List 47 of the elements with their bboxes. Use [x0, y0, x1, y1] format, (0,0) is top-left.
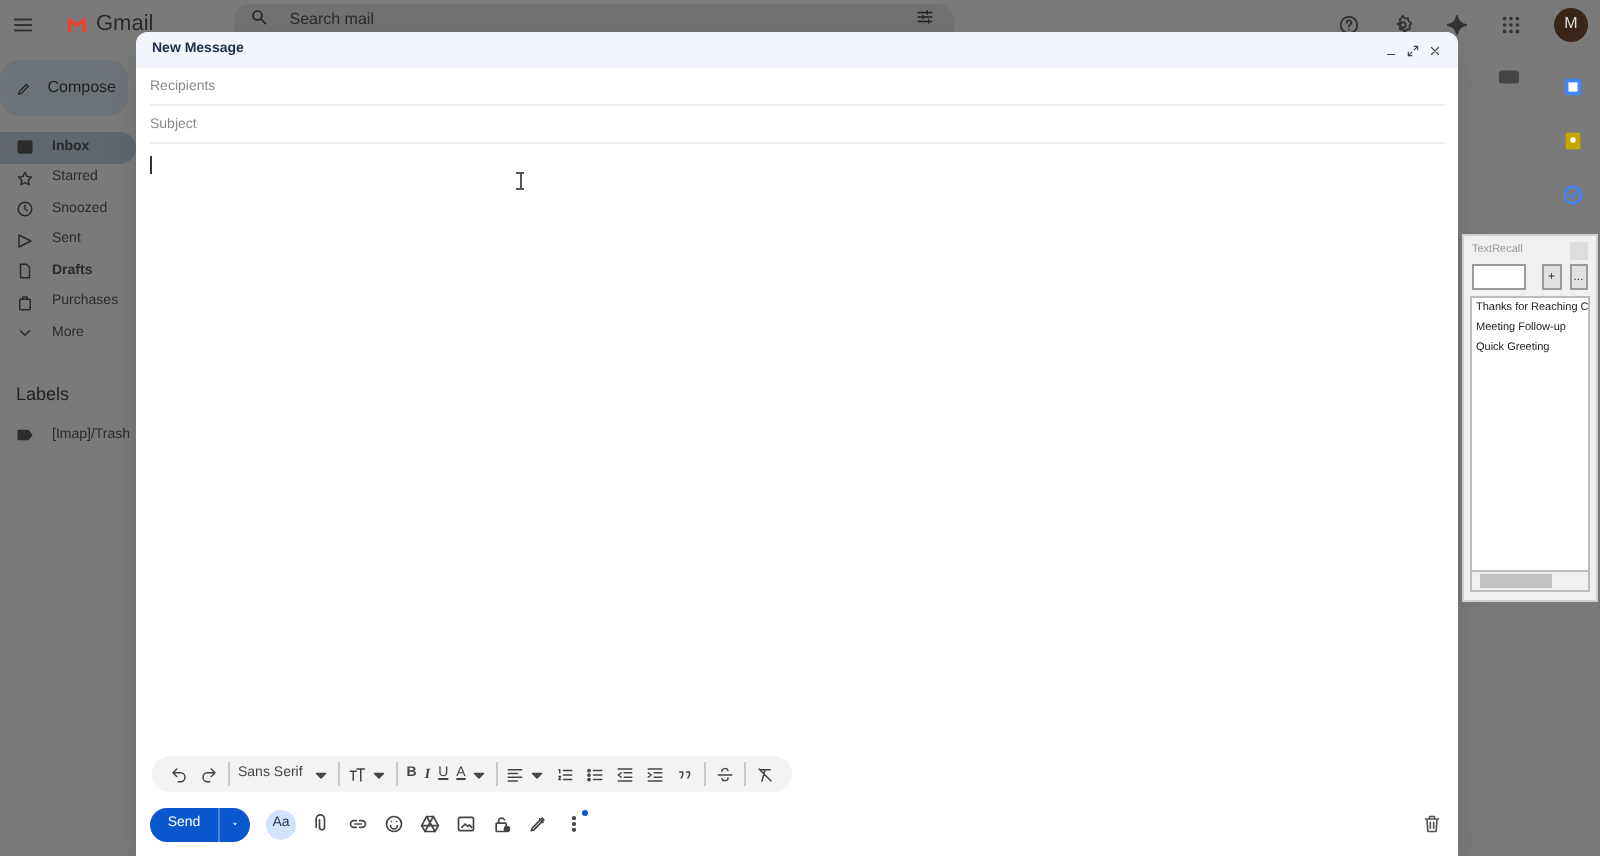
labels-heading: Labels: [14, 381, 72, 407]
strikethrough-icon[interactable]: [715, 765, 734, 783]
clock-icon: [16, 200, 34, 219]
name-field[interactable]: [1472, 264, 1526, 290]
app-name: Gmail: [96, 9, 154, 40]
inbox-icon: [16, 138, 34, 157]
expand-icon[interactable]: [1406, 43, 1420, 57]
menu-icon[interactable]: [12, 13, 34, 35]
bulleted-list-icon[interactable]: [585, 765, 604, 783]
redo-icon[interactable]: [200, 765, 218, 783]
help-icon[interactable]: [1338, 13, 1360, 35]
horizontal-scrollbar[interactable]: [1470, 572, 1590, 592]
link-icon[interactable]: [348, 814, 368, 834]
checkmark-circle-icon[interactable]: [1561, 184, 1583, 206]
close-icon[interactable]: [1428, 43, 1442, 57]
indent-icon[interactable]: [645, 765, 664, 783]
outdent-icon[interactable]: [615, 765, 634, 783]
trash-icon[interactable]: [1422, 814, 1442, 834]
apps-grid-icon[interactable]: [1500, 13, 1522, 35]
triangle-drive-icon[interactable]: [420, 814, 440, 834]
search-field[interactable]: Search mail: [233, 4, 954, 32]
filter-sliders-icon[interactable]: [915, 8, 934, 26]
numbered-list-icon[interactable]: [555, 765, 574, 783]
lock-clock-icon[interactable]: [492, 814, 512, 834]
quote-icon[interactable]: [675, 765, 694, 783]
align-left-icon: [505, 765, 524, 783]
image-icon[interactable]: [456, 814, 476, 834]
search-icon[interactable]: [249, 8, 268, 26]
note-icon[interactable]: [1561, 130, 1583, 152]
text-size-icon: [348, 765, 367, 783]
send-options-button[interactable]: [218, 807, 250, 841]
settings-icon[interactable]: [1392, 13, 1414, 35]
clear-formatting-icon[interactable]: [755, 765, 774, 783]
undo-icon[interactable]: [170, 765, 188, 783]
smiley-icon[interactable]: [384, 814, 404, 834]
bag-icon: [16, 293, 34, 312]
calendar-icon[interactable]: [1561, 76, 1583, 98]
text-cursor-icon: [516, 172, 524, 190]
star-icon: [16, 169, 34, 188]
send-icon: [16, 231, 34, 250]
label-tag-icon: [16, 426, 34, 445]
document-icon: [16, 262, 34, 281]
avatar[interactable]: M: [1554, 7, 1588, 41]
mail-logo-icon: [66, 13, 88, 35]
notification-dot: [582, 809, 588, 815]
pen-icon[interactable]: [528, 814, 548, 834]
sparkle-icon[interactable]: [1446, 13, 1468, 35]
